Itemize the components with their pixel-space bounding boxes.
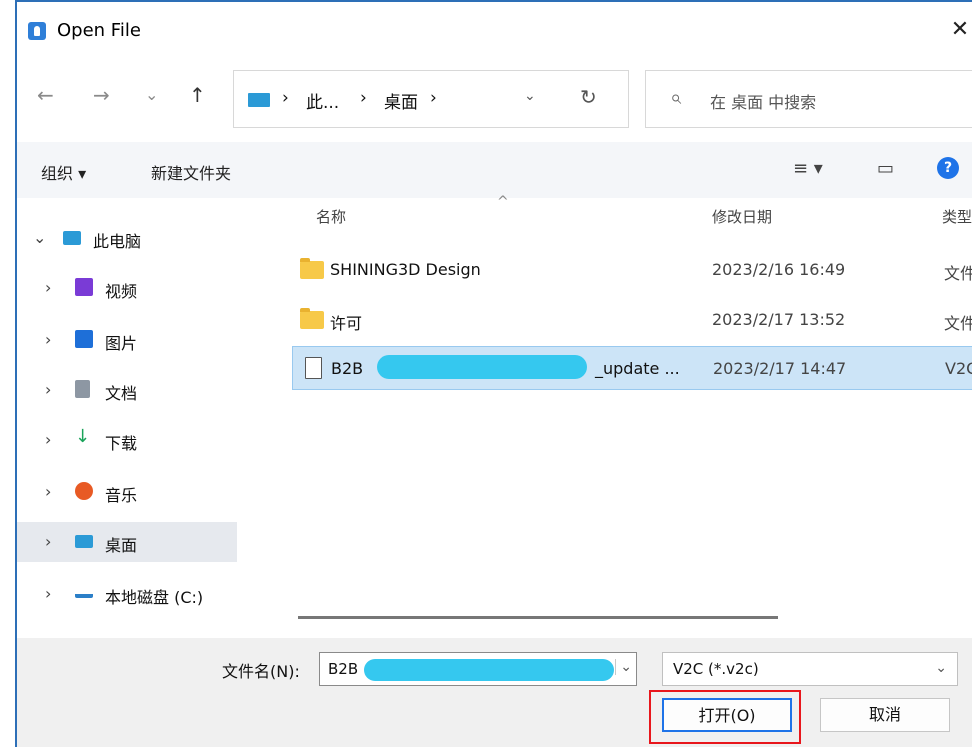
sidebar-item-label: 视频 bbox=[105, 282, 138, 301]
chevron-right-icon[interactable]: › bbox=[45, 532, 51, 551]
recent-locations-button[interactable]: ⌄ bbox=[145, 85, 158, 104]
horizontal-scrollbar[interactable] bbox=[298, 616, 778, 619]
chevron-right-icon[interactable]: › bbox=[45, 330, 51, 349]
chevron-down-icon[interactable]: ⌄ bbox=[33, 228, 46, 247]
up-button[interactable]: ↑ bbox=[189, 83, 206, 107]
file-type-value: V2C (*.v2c) bbox=[673, 660, 759, 678]
file-list: 名称 ^ 修改日期 类型 SHINING3D Design 2023/2/16 … bbox=[262, 194, 972, 638]
navigation-pane: ⌄ 此电脑 › 视频 › 图片 › 文档 › ↓ 下载 › 音乐 › 桌面 › … bbox=[17, 198, 268, 638]
help-icon[interactable]: ? bbox=[937, 157, 959, 179]
disk-drive-icon bbox=[75, 584, 93, 598]
sidebar-item-local-disk[interactable]: › 本地磁盘 (C:) bbox=[17, 574, 237, 614]
picture-icon bbox=[75, 330, 93, 348]
sidebar-item-downloads[interactable]: › ↓ 下载 bbox=[17, 420, 237, 460]
chevron-right-icon[interactable]: › bbox=[45, 482, 51, 501]
computer-icon bbox=[63, 231, 81, 245]
organize-button[interactable]: 组织 ▾ bbox=[41, 160, 86, 184]
forward-button[interactable]: → bbox=[93, 83, 110, 107]
back-button[interactable]: ← bbox=[37, 83, 54, 107]
sidebar-item-label: 本地磁盘 (C:) bbox=[105, 588, 204, 607]
chevron-right-icon[interactable]: › bbox=[45, 380, 51, 399]
redaction-mark bbox=[364, 659, 614, 681]
file-date: 2023/2/17 14:47 bbox=[713, 359, 847, 378]
new-folder-button[interactable]: 新建文件夹 bbox=[151, 160, 231, 184]
sidebar-item-label: 此电脑 bbox=[93, 232, 142, 251]
redaction-mark bbox=[377, 355, 587, 379]
sidebar-item-videos[interactable]: › 视频 bbox=[17, 268, 237, 308]
search-box[interactable]: ⌕ 在 桌面 中搜索 bbox=[645, 70, 972, 128]
navigation-bar: ← → ⌄ ↑ › 此... › 桌面 › ⌄ ↻ ⌕ 在 桌面 中搜索 bbox=[17, 58, 972, 142]
open-file-dialog: Open File ✕ ← → ⌄ ↑ › 此... › 桌面 › ⌄ ↻ ⌕ … bbox=[0, 0, 972, 747]
file-icon bbox=[305, 357, 322, 379]
sidebar-item-label: 音乐 bbox=[105, 486, 138, 505]
breadcrumb-separator: › bbox=[430, 88, 437, 108]
view-options-button[interactable]: ≡ ▾ bbox=[793, 158, 823, 179]
sort-ascending-icon: ^ bbox=[497, 194, 509, 210]
this-pc-icon bbox=[248, 93, 270, 107]
sidebar-item-label: 下载 bbox=[105, 434, 138, 453]
sidebar-item-label: 图片 bbox=[105, 334, 138, 353]
file-name: SHINING3D Design bbox=[330, 260, 481, 279]
sidebar-item-this-pc[interactable]: ⌄ 此电脑 bbox=[17, 218, 237, 258]
file-name: B2B bbox=[331, 359, 364, 378]
address-dropdown-button[interactable]: ⌄ bbox=[524, 88, 536, 104]
sidebar-item-label: 桌面 bbox=[105, 536, 138, 555]
title-bar: Open File ✕ bbox=[17, 2, 972, 58]
breadcrumb-separator: › bbox=[282, 88, 289, 108]
breadcrumb-separator: › bbox=[360, 88, 367, 108]
filename-input[interactable]: B2B ⌄ bbox=[319, 652, 637, 686]
close-button[interactable]: ✕ bbox=[947, 16, 972, 44]
file-name-tail: _update ... bbox=[595, 359, 680, 378]
window-title: Open File bbox=[57, 20, 141, 41]
chevron-right-icon[interactable]: › bbox=[45, 278, 51, 297]
column-header-name[interactable]: 名称 bbox=[316, 206, 346, 227]
folder-icon bbox=[300, 308, 324, 329]
file-row[interactable]: SHINING3D Design 2023/2/16 16:49 文件 bbox=[292, 248, 972, 292]
music-icon bbox=[75, 482, 93, 500]
chevron-right-icon[interactable]: › bbox=[45, 430, 51, 449]
column-header-type[interactable]: 类型 bbox=[942, 206, 972, 227]
search-placeholder: 在 桌面 中搜索 bbox=[710, 93, 817, 112]
filename-value: B2B bbox=[328, 660, 359, 678]
sidebar-item-desktop[interactable]: › 桌面 bbox=[17, 522, 237, 562]
command-toolbar: 组织 ▾ 新建文件夹 ≡ ▾ ▭ ? bbox=[17, 142, 972, 198]
chevron-down-icon: ⌄ bbox=[935, 660, 947, 676]
sidebar-item-pictures[interactable]: › 图片 bbox=[17, 320, 237, 360]
folder-icon bbox=[300, 258, 324, 279]
column-header-date[interactable]: 修改日期 bbox=[712, 206, 772, 227]
filename-label: 文件名(N): bbox=[222, 662, 300, 681]
breadcrumb-desktop[interactable]: 桌面 bbox=[384, 88, 418, 113]
file-date: 2023/2/16 16:49 bbox=[712, 260, 846, 279]
desktop-icon bbox=[75, 535, 93, 548]
sidebar-item-documents[interactable]: › 文档 bbox=[17, 370, 237, 410]
refresh-button[interactable]: ↻ bbox=[580, 85, 597, 109]
file-row-selected[interactable]: B2B _update ... 2023/2/17 14:47 V2C bbox=[292, 346, 972, 390]
download-icon: ↓ bbox=[75, 426, 91, 447]
sidebar-item-music[interactable]: › 音乐 bbox=[17, 472, 237, 512]
preview-pane-button[interactable]: ▭ bbox=[877, 158, 894, 179]
app-icon bbox=[28, 22, 46, 40]
file-date: 2023/2/17 13:52 bbox=[712, 310, 846, 329]
file-type: V2C bbox=[945, 359, 972, 378]
search-icon: ⌕ bbox=[670, 85, 682, 109]
file-type: 文件 bbox=[944, 264, 972, 283]
cancel-button[interactable]: 取消 bbox=[820, 698, 950, 732]
video-icon bbox=[75, 278, 93, 296]
address-bar[interactable]: › 此... › 桌面 › ⌄ ↻ bbox=[233, 70, 629, 128]
file-type: 文件 bbox=[944, 314, 972, 333]
breadcrumb-this-pc[interactable]: 此... bbox=[306, 88, 339, 113]
chevron-down-icon[interactable]: ⌄ bbox=[615, 659, 632, 675]
file-row[interactable]: 许可 2023/2/17 13:52 文件 bbox=[292, 298, 972, 342]
file-type-select[interactable]: V2C (*.v2c) ⌄ bbox=[662, 652, 958, 686]
file-name: 许可 bbox=[330, 314, 363, 333]
document-icon bbox=[75, 380, 90, 398]
chevron-right-icon[interactable]: › bbox=[45, 584, 51, 603]
open-button[interactable]: 打开(O) bbox=[662, 698, 792, 732]
dialog-footer: 文件名(N): B2B ⌄ V2C (*.v2c) ⌄ 打开(O) 取消 bbox=[17, 638, 972, 747]
sidebar-item-label: 文档 bbox=[105, 384, 138, 403]
